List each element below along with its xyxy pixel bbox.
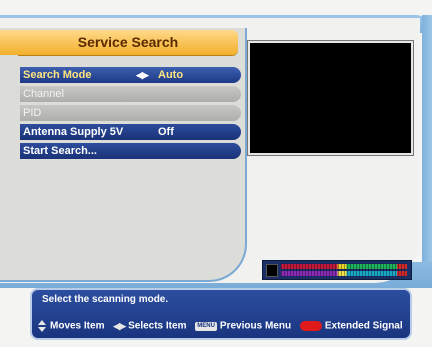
menu-item-antenna-supply[interactable]: Antenna Supply 5V Off xyxy=(20,124,241,140)
menu-item-value: Off xyxy=(158,126,174,138)
help-text: Select the scanning mode. xyxy=(42,294,169,305)
menu-item-label: PID xyxy=(23,107,42,119)
signal-ticks xyxy=(281,263,407,277)
screen: Service Search Search Mode ◀▶ Auto Chann… xyxy=(0,0,432,347)
signal-bars xyxy=(281,263,407,277)
help-legend: Moves Item ◀▶ Selects Item MENU Previous M… xyxy=(38,320,408,334)
menu-list: Search Mode ◀▶ Auto Channel PID Antenna … xyxy=(20,67,241,162)
menu-item-pid: PID xyxy=(20,105,241,121)
signal-indicator xyxy=(266,264,278,277)
title-edge xyxy=(0,30,18,55)
up-down-arrows-icon xyxy=(38,320,47,332)
legend-selects: Selects Item xyxy=(128,320,187,332)
signal-meter xyxy=(262,260,412,280)
video-preview xyxy=(247,40,414,156)
menu-item-label: Antenna Supply 5V xyxy=(23,126,124,138)
legend-previous: Previous Menu xyxy=(219,320,292,332)
title-bar: Service Search xyxy=(18,30,238,55)
frame-right xyxy=(422,15,432,265)
left-right-arrows-icon: ◀▶ xyxy=(113,320,126,331)
menu-item-search-mode[interactable]: Search Mode ◀▶ Auto xyxy=(20,67,241,83)
menu-item-label: Search Mode xyxy=(23,69,92,81)
left-right-arrows-icon: ◀▶ xyxy=(136,70,149,80)
menu-item-label: Start Search... xyxy=(23,145,97,157)
help-box: Select the scanning mode. Moves Item ◀▶ S… xyxy=(30,288,412,340)
menu-item-value: Auto xyxy=(158,69,184,81)
legend-extended: Extended Signal xyxy=(324,320,403,332)
menu-item-start-search[interactable]: Start Search... xyxy=(20,143,241,159)
menu-key-icon: MENU xyxy=(195,321,217,331)
menu-item-channel: Channel xyxy=(20,86,241,102)
menu-item-label: Channel xyxy=(23,88,64,100)
page-title: Service Search xyxy=(77,34,179,50)
legend-moves: Moves Item xyxy=(50,320,105,332)
red-key-icon xyxy=(299,321,322,331)
